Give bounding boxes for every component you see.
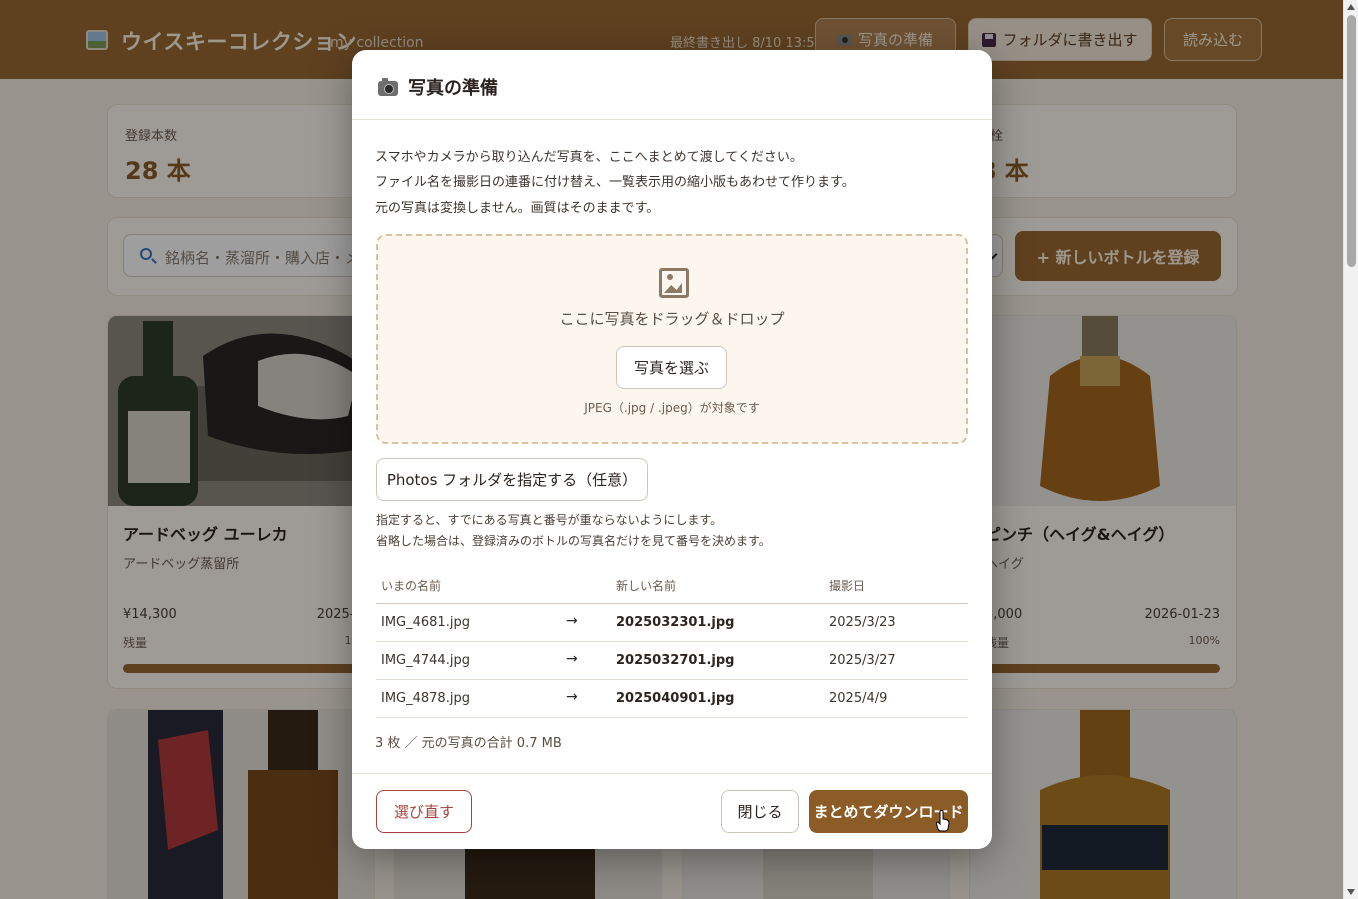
scrollbar-thumb[interactable] (1347, 15, 1356, 267)
photo-prep-dialog: 写真の準備 スマホやカメラから取り込んだ写真を、ここへまとめて渡してください。 … (352, 50, 992, 849)
new-filename: 2025040901.jpg (616, 691, 735, 706)
select-photos-folder-button[interactable]: Photos フォルダを指定する（任意） (376, 458, 648, 501)
dialog-title: 写真の準備 (408, 78, 498, 99)
table-header-divider (376, 603, 968, 604)
arrow-right-icon: → (566, 689, 578, 705)
picture-icon (659, 268, 689, 298)
choose-photos-button[interactable]: 写真を選ぶ (616, 346, 727, 389)
column-header-date: 撮影日 (829, 579, 866, 593)
row-divider (376, 679, 968, 680)
row-divider (376, 717, 968, 718)
new-filename: 2025032301.jpg (616, 615, 735, 630)
dialog-header: 写真の準備 (352, 50, 992, 120)
column-header-new-name: 新しい名前 (616, 579, 677, 593)
dialog-footer: 選び直す 閉じる まとめてダウンロード (352, 773, 992, 849)
hand-cursor-icon (936, 810, 950, 832)
shot-date: 2025/3/23 (829, 615, 896, 630)
reselect-button[interactable]: 選び直す (376, 790, 472, 833)
folder-note: 指定すると、すでにある写真と番号が重ならないようにします。 (376, 513, 723, 527)
folder-note: 省略した場合は、登録済みのボトルの写真名だけを見て番号を決めます。 (376, 534, 771, 548)
old-filename: IMG_4681.jpg (381, 615, 470, 630)
intro-text: スマホやカメラから取り込んだ写真を、ここへまとめて渡してください。 (375, 150, 803, 165)
old-filename: IMG_4878.jpg (381, 691, 470, 706)
scroll-down-icon[interactable] (1347, 889, 1355, 895)
arrow-right-icon: → (566, 613, 578, 629)
dropzone-hint: JPEG（.jpg / .jpeg）が対象です (584, 401, 760, 415)
shot-date: 2025/4/9 (829, 691, 888, 706)
scroll-up-icon[interactable] (1347, 4, 1355, 10)
arrow-right-icon: → (566, 651, 578, 667)
camera-icon (378, 78, 398, 96)
intro-text: ファイル名を撮影日の連番に付け替え、一覧表示用の縮小版もあわせて作ります。 (375, 175, 855, 190)
dropzone-text: ここに写真をドラッグ＆ドロップ (559, 310, 785, 328)
old-filename: IMG_4744.jpg (381, 653, 470, 668)
photo-summary: 3 枚 ／ 元の写真の合計 0.7 MB (375, 736, 562, 751)
shot-date: 2025/3/27 (829, 653, 896, 668)
scrollbar[interactable] (1343, 0, 1358, 899)
intro-text: 元の写真は変換しません。画質はそのままです。 (375, 201, 660, 216)
close-button[interactable]: 閉じる (721, 790, 799, 833)
row-divider (376, 641, 968, 642)
new-filename: 2025032701.jpg (616, 653, 735, 668)
column-header-old-name: いまの名前 (381, 579, 442, 593)
photo-dropzone[interactable]: ここに写真をドラッグ＆ドロップ 写真を選ぶ JPEG（.jpg / .jpeg）… (376, 234, 968, 444)
